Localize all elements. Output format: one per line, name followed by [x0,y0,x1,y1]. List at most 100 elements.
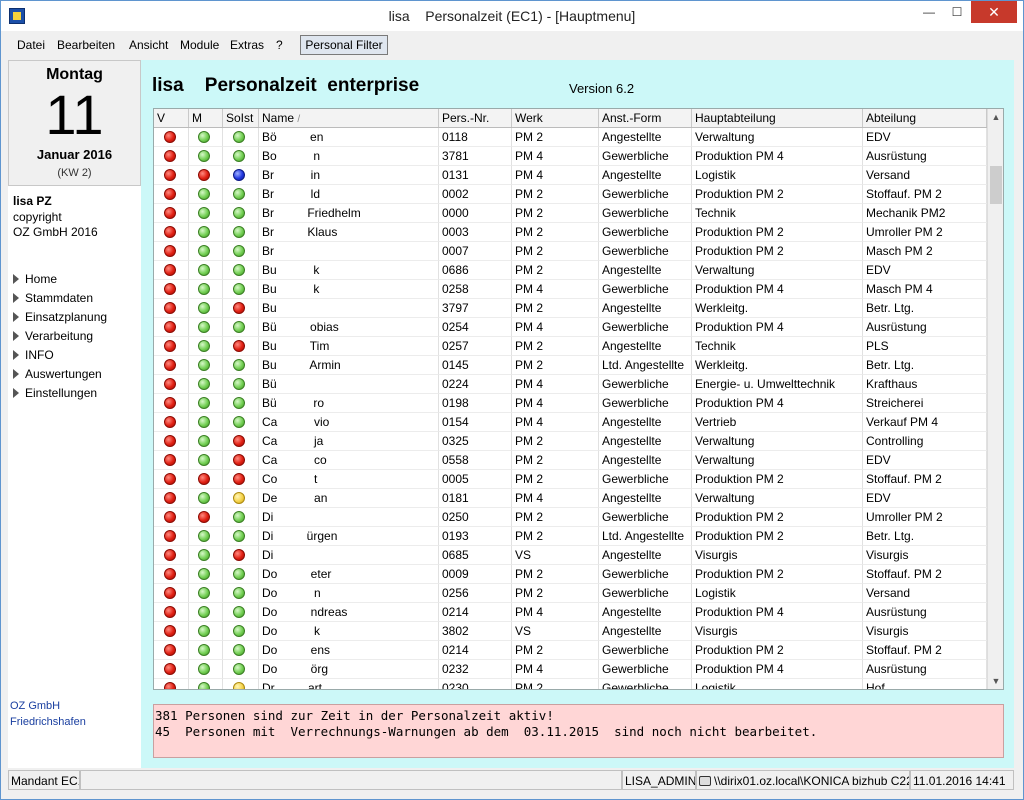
cell-anstform: Angestellte [599,451,692,470]
table-row[interactable]: Br in 0131 PM 4 Angestellte Logistik Versand [154,166,987,185]
table-row[interactable]: Br Klaus 0003 PM 2 Gewerbliche Produktion PM… [154,223,987,242]
red-v-status-icon [163,511,176,523]
column-header-hauptabteilung[interactable]: Hauptabteilung [692,109,863,127]
maximize-button[interactable]: ☐ [943,1,971,23]
personnel-grid: V M SoIst Name / Pers.-Nr. Werk Anst.-Fo… [153,108,1004,690]
nav-auswertungen[interactable]: Auswertungen [13,367,102,381]
red-v-status-icon [163,150,176,162]
cell-anstform: Gewerbliche [599,185,692,204]
column-header-anstform[interactable]: Anst.-Form [599,109,692,127]
status-cell [189,527,223,546]
column-header-persnr[interactable]: Pers.-Nr. [439,109,512,127]
table-row[interactable]: Ca ja 0325 PM 2 Angestellte Verwaltung Contro… [154,432,987,451]
menu-extras[interactable]: Extras [230,38,264,52]
table-row[interactable]: Bü ro 0198 PM 4 Gewerbliche Produktion PM 4S… [154,394,987,413]
cell-persnr: 0224 [439,375,512,394]
nav-verarbeitung[interactable]: Verarbeitung [13,329,93,343]
cell-abteilung: Versand [863,166,987,185]
column-header-werk[interactable]: Werk [512,109,599,127]
cell-persnr: 0258 [439,280,512,299]
nav-home[interactable]: Home [13,272,57,286]
table-row[interactable]: Do ndreas 0214 PM 4 Angestellte Produktion P… [154,603,987,622]
close-button[interactable]: ✕ [971,1,1017,23]
menu-help[interactable]: ? [276,38,283,52]
menu-bearbeiten[interactable]: Bearbeiten [57,38,115,52]
cell-name: Bu [259,299,439,318]
table-row[interactable]: Br Friedhelm 0000 PM 2 Gewerbliche Technik Me… [154,204,987,223]
table-row[interactable]: Bu k 0686 PM 2 Angestellte Verwaltung EDV [154,261,987,280]
nav-stammdaten[interactable]: Stammdaten [13,291,93,305]
table-row[interactable]: Bö en 0118 PM 2 Angestellte Verwaltung EDV [154,128,987,147]
cell-werk: PM 2 [512,641,599,660]
status-cell [154,166,189,185]
table-row[interactable]: Bu k 0258 PM 4 Gewerbliche Produktion PM 4 Ma… [154,280,987,299]
table-row[interactable]: De an 0181 PM 4 Angestellte Verwaltung EDV [154,489,987,508]
column-header-abteilung[interactable]: Abteilung [863,109,987,127]
table-row[interactable]: Bu Armin 0145 PM 2 Ltd. Angestellte Werkleit… [154,356,987,375]
table-row[interactable]: Dr art 0230 PM 2 Gewerbliche Logistik Hof [154,679,987,689]
red-v-status-icon [163,302,176,314]
cell-persnr: 3802 [439,622,512,641]
table-row[interactable]: Do ens 0214 PM 2 Gewerbliche Produktion PM 2… [154,641,987,660]
nav-einsatzplanung[interactable]: Einsatzplanung [13,310,107,324]
menu-ansicht[interactable]: Ansicht [129,38,168,52]
menu-module[interactable]: Module [180,38,219,52]
status-cell [189,223,223,242]
green-m-status-icon [198,359,210,371]
cell-abteilung: Umroller PM 2 [863,223,987,242]
cell-hauptabteilung: Produktion PM 4 [692,318,863,337]
table-row[interactable]: Di ürgen 0193 PM 2 Ltd. Angestellte Produkti… [154,527,987,546]
table-row[interactable]: Br 0007 PM 2 Gewerbliche Produktion PM 2 Masc… [154,242,987,261]
cell-werk: PM 2 [512,451,599,470]
status-cell [223,223,259,242]
table-row[interactable]: Br ld 0002 PM 2 Gewerbliche Produktion PM 2S… [154,185,987,204]
table-row[interactable]: Di 0685 VS Angestellte Visurgis Visurgis [154,546,987,565]
status-cell [223,413,259,432]
scroll-down-icon[interactable]: ▼ [988,673,1003,689]
table-row[interactable]: Ca co 0558 PM 2 Angestellte Verwaltung EDV [154,451,987,470]
cell-hauptabteilung: Produktion PM 4 [692,394,863,413]
cell-anstform: Ltd. Angestellte [599,527,692,546]
red-v-status-icon [163,264,176,276]
cell-abteilung: Betr. Ltg. [863,356,987,375]
column-header-v[interactable]: V [154,109,189,127]
table-row[interactable]: Do n 0256 PM 2 Gewerbliche Logistik Versand [154,584,987,603]
nav-info[interactable]: INFO [13,348,54,362]
nav-einstellungen[interactable]: Einstellungen [13,386,97,400]
column-header-m[interactable]: M [189,109,223,127]
status-cell [154,280,189,299]
status-cell [154,356,189,375]
column-header-soist[interactable]: SoIst [223,109,259,127]
table-row[interactable]: Do örg 0232 PM 4 Gewerbliche Produktion PM 4… [154,660,987,679]
cell-anstform: Angestellte [599,166,692,185]
message-active-persons: 381 Personen sind zur Zeit in der Person… [155,708,554,723]
scroll-up-icon[interactable]: ▲ [988,109,1003,125]
column-header-name[interactable]: Name / [259,109,439,127]
personal-filter-button[interactable]: Personal Filter [300,35,388,55]
table-row[interactable]: Bü obias 0254 PM 4 Gewerbliche Produktion PM… [154,318,987,337]
table-row[interactable]: Do eter 0009 PM 2 Gewerbliche Produktion PM … [154,565,987,584]
title-bar[interactable]: lisa Personalzeit (EC1) - [Hauptmenu] — … [1,1,1023,31]
cell-name: Do k [259,622,439,641]
cell-persnr: 0686 [439,261,512,280]
cell-abteilung: Stoffauf. PM 2 [863,470,987,489]
green-soist-status-icon [233,378,245,390]
menu-datei[interactable]: Datei [17,38,45,52]
table-row[interactable]: Ca vio 0154 PM 4 Angestellte Vertrieb Verkauf… [154,413,987,432]
table-row[interactable]: Do k 3802 VS Angestellte Visurgis Visurgis [154,622,987,641]
status-cell [154,337,189,356]
cell-persnr: 0181 [439,489,512,508]
table-row[interactable]: Bu Tim 0257 PM 2 Angestellte Technik PLS [154,337,987,356]
green-soist-status-icon [233,530,245,542]
table-row[interactable]: Co t 0005 PM 2 Gewerbliche Produktion PM 2 St… [154,470,987,489]
table-row[interactable]: Bü 0224 PM 4 Gewerbliche Energie- u. Umweltt… [154,375,987,394]
sidebar: Montag 11 Januar 2016 (KW 2) lisa PZ cop… [8,60,141,768]
table-row[interactable]: Di 0250 PM 2 Gewerbliche Produktion PM 2 Umro… [154,508,987,527]
minimize-button[interactable]: — [915,1,943,23]
cell-name: Br in [259,166,439,185]
table-row[interactable]: Bo n 3781 PM 4 Gewerbliche Produktion PM 4 Au… [154,147,987,166]
red-v-status-icon [163,492,176,504]
scrollbar-thumb[interactable] [990,166,1002,204]
grid-vertical-scrollbar[interactable]: ▲ ▼ [987,109,1003,689]
table-row[interactable]: Bu 3797 PM 2 Angestellte Werkleitg. Betr. Ltg… [154,299,987,318]
